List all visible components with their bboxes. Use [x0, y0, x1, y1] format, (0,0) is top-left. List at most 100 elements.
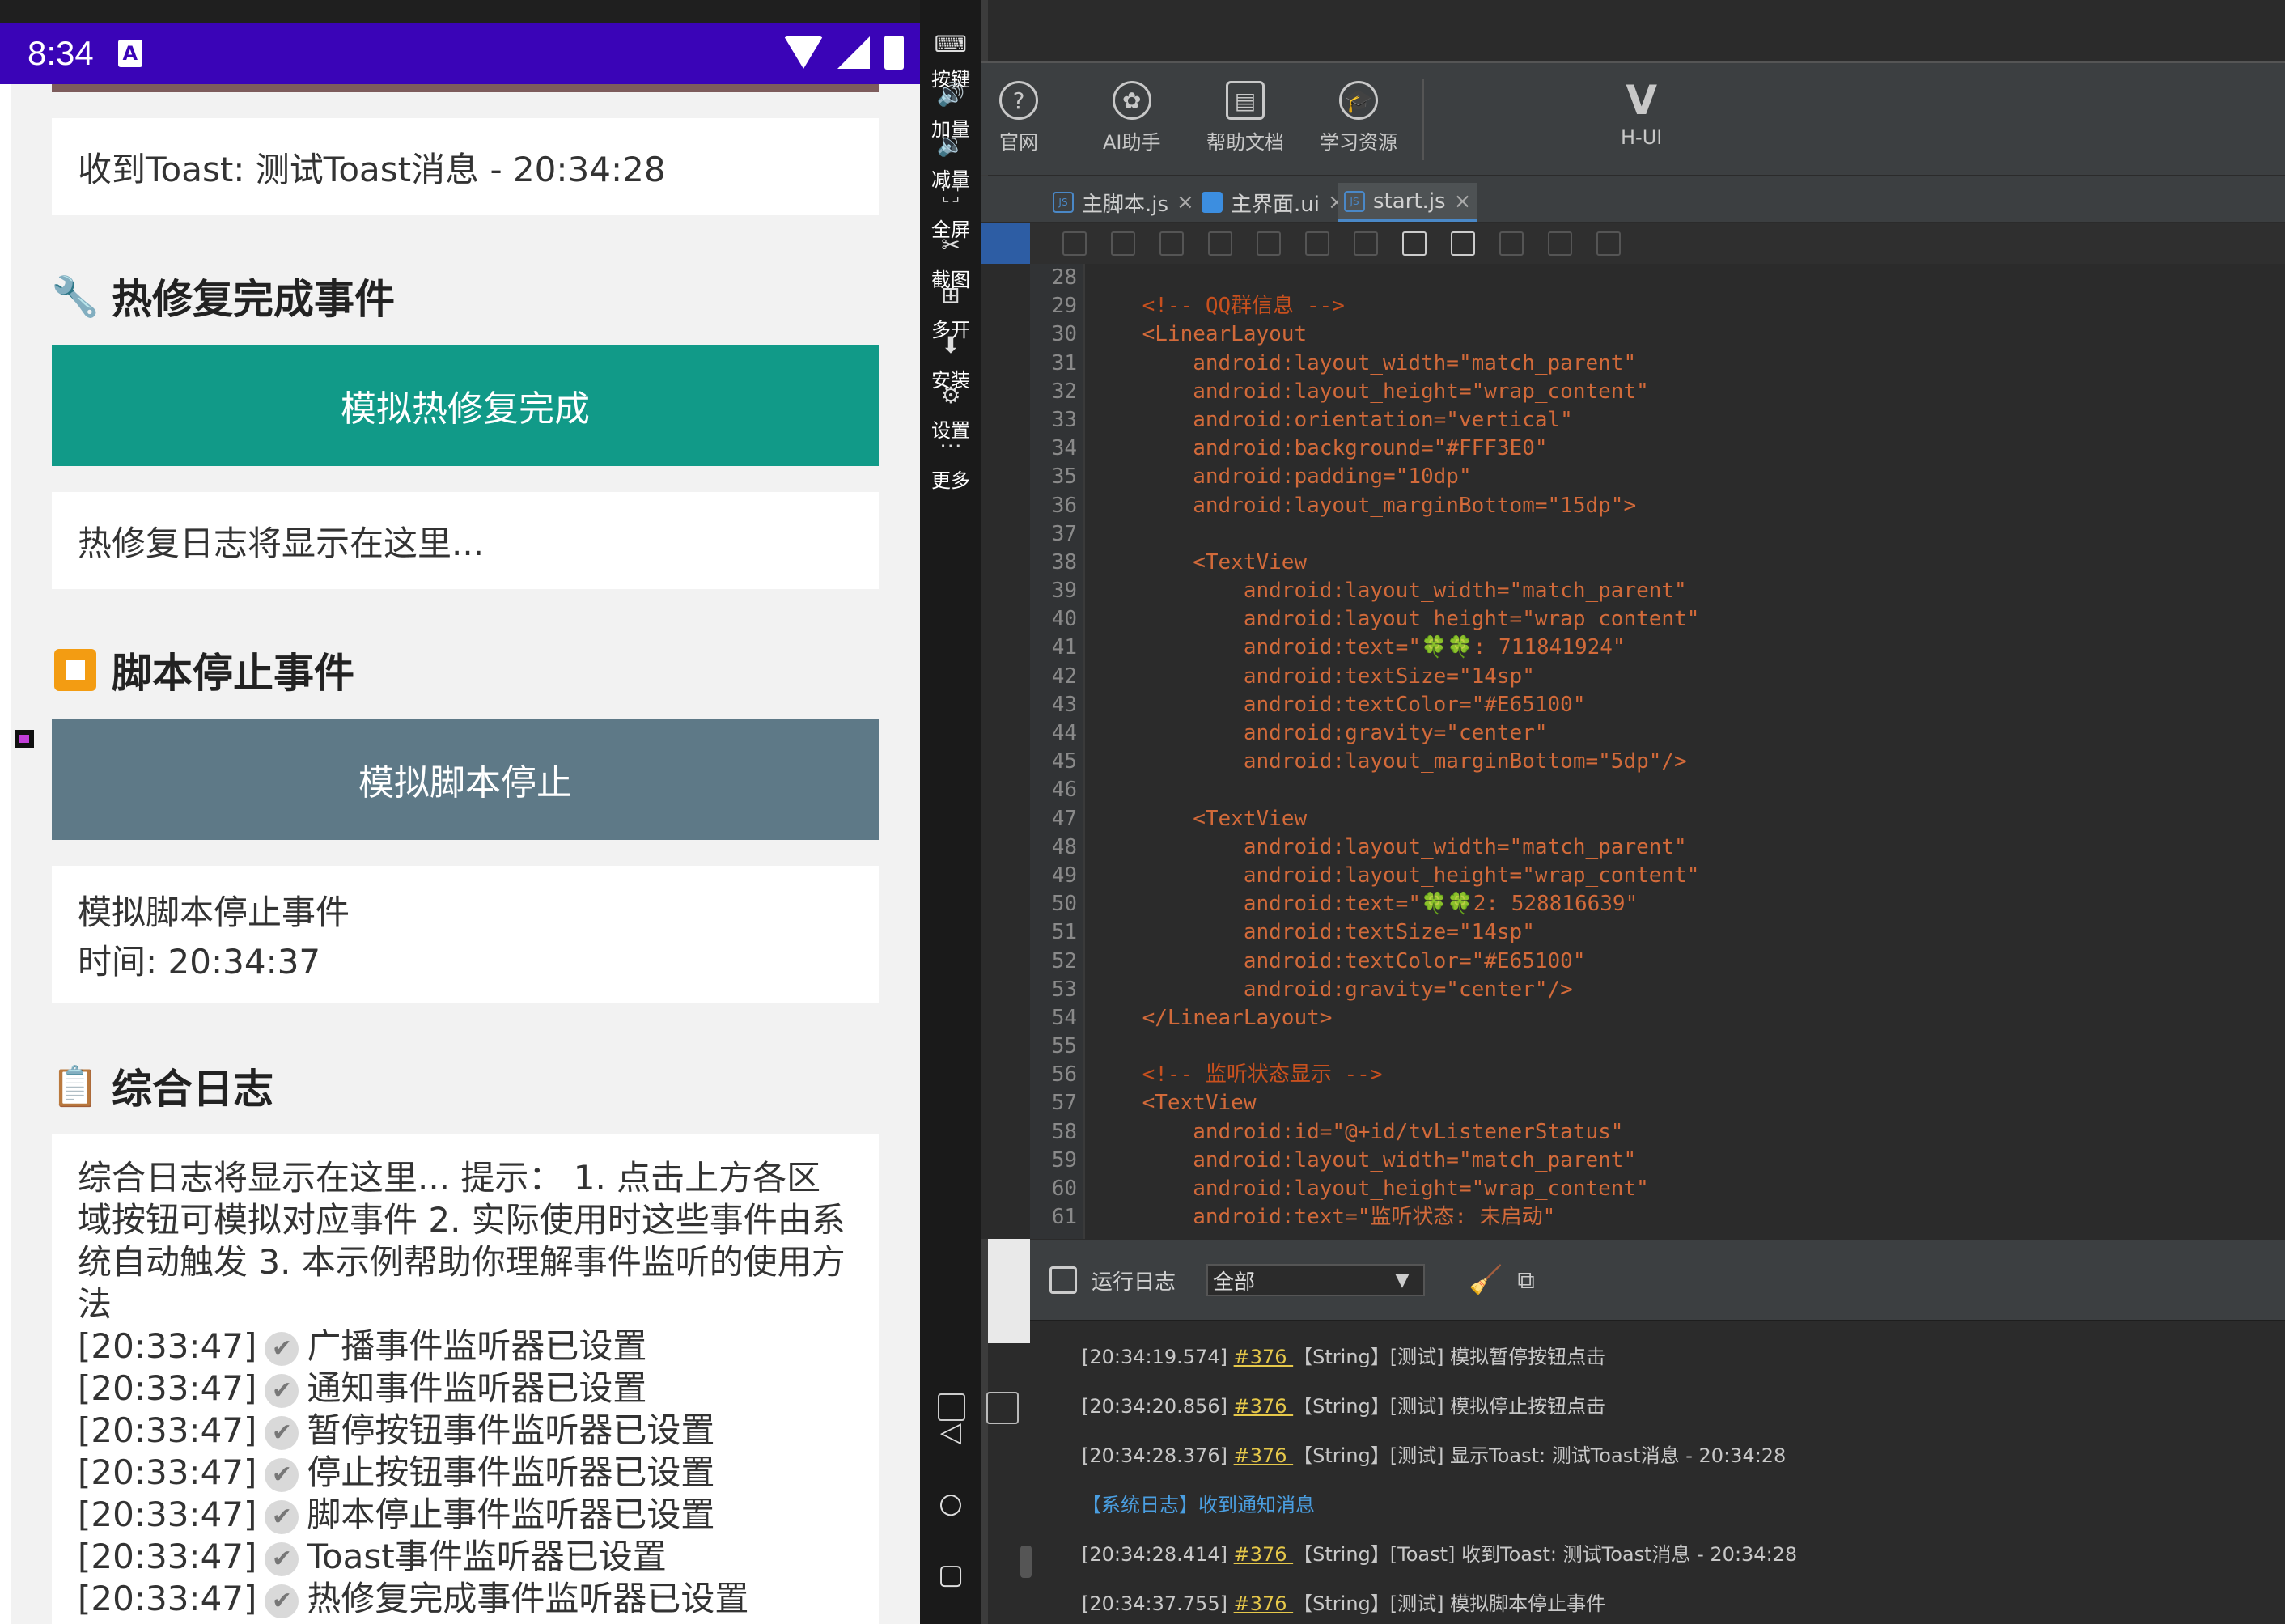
line-number: 30	[1051, 322, 1077, 347]
code-line: <LinearLayout	[1092, 322, 1308, 347]
code-line: <!-- 监听状态显示 -->	[1092, 1062, 1383, 1088]
chevron-down-icon: ▼	[1395, 1270, 1410, 1291]
log-entry: [20:33:47] ✔ 广播事件监听器已设置	[78, 1325, 853, 1367]
back-icon[interactable]: ◁	[920, 1416, 981, 1448]
line-number: 51	[1051, 920, 1077, 945]
emulator-sidebar: ⌨ 按键 🔊 加量 🔉 减量 ⛶ 全屏 ✂ 截图 ⊞ 多开 ⬇ 安装 ⚙ 设置 ⋯ 更多 ◁ ○ ▢	[920, 0, 981, 1624]
log-output: [20:34:19.574] #376 【String】[测试] 模拟暂停按钮点…	[1030, 1320, 2285, 1624]
sidebar-button-more[interactable]: ⋯ 更多	[920, 432, 981, 493]
battery-icon	[884, 36, 904, 70]
log-line: [20:34:28.376] #376 【String】[测试] 显示Toast…	[1082, 1440, 1786, 1468]
help-icon: ?	[999, 81, 1038, 120]
check-icon: ✔	[265, 1499, 299, 1534]
code-line: android:layout_width="match_parent"	[1092, 350, 1637, 375]
check-icon: ✔	[265, 1457, 299, 1492]
flask-icon[interactable]	[1499, 231, 1524, 256]
simulate-stop-label: 模拟脚本停止	[358, 762, 572, 804]
code-line: android:textColor="#E65100"	[1092, 692, 1586, 717]
scroll-handle[interactable]	[1020, 1546, 1032, 1578]
log-entry-time: [20:33:47]	[78, 1579, 257, 1618]
code-line: android:layout_height="wrap_content"	[1092, 379, 1649, 404]
toolbar-label: AI助手	[1103, 131, 1161, 154]
log-entry: [20:33:47] ✔ 通知事件监听器已设置	[78, 1367, 853, 1410]
log-entry: [20:33:47] ✔ Toast事件监听器已设置	[78, 1536, 853, 1578]
delete-icon[interactable]	[1596, 231, 1621, 256]
log-entry-time: [20:33:47]	[78, 1537, 257, 1576]
simulate-hotfix-button[interactable]: 模拟热修复完成	[52, 345, 879, 466]
log-source-link[interactable]: #376	[1234, 1346, 1294, 1368]
v-logo-icon: V	[1626, 77, 1658, 124]
tab-main-script[interactable]: JS 主脚本.js ×	[1046, 183, 1201, 222]
outdent-icon[interactable]	[1305, 231, 1329, 256]
variables-icon[interactable]	[1548, 231, 1572, 256]
log-filter-select[interactable]: 全部 ▼	[1206, 1264, 1426, 1296]
log-source-link[interactable]: #376	[1234, 1395, 1294, 1418]
ide-toolbar: ? 官网 ✿ AI助手 ▤ 帮助文档 🎓 学习资源 V H-UI	[981, 61, 2285, 175]
stop-icon[interactable]	[1402, 231, 1427, 256]
home-icon[interactable]: ○	[920, 1487, 981, 1520]
log-entry: [20:33:47] ✔ 暂停按钮事件监听器已设置	[78, 1410, 853, 1452]
popout-icon[interactable]	[986, 1392, 1019, 1424]
close-icon[interactable]: ×	[1454, 189, 1472, 214]
simulate-stop-button[interactable]: 模拟脚本停止	[52, 719, 879, 840]
log-prefix: 【系统日志】收到通知消息	[1082, 1494, 1315, 1516]
log-entry-time: [20:33:47]	[78, 1368, 257, 1408]
toolbar-graduation-cap-button[interactable]: 🎓 学习资源	[1320, 81, 1397, 155]
log-line: [20:34:37.755] #376 【String】[测试] 模拟脚本停止事…	[1082, 1588, 1605, 1616]
status-time: 8:34	[28, 34, 94, 72]
uncomment-icon[interactable]	[1208, 231, 1232, 256]
format-icon[interactable]	[1354, 231, 1378, 256]
line-number: 55	[1051, 1034, 1077, 1059]
code-line: android:textSize="14sp"	[1092, 664, 1535, 689]
comment-icon[interactable]	[1159, 231, 1184, 256]
clear-log-icon[interactable]: 🧹	[1469, 1264, 1503, 1296]
toolbar-label: 官网	[999, 131, 1038, 154]
floating-tool-icon[interactable]	[15, 730, 34, 748]
close-icon[interactable]: ×	[1176, 190, 1194, 214]
log-section-title: 综合日志	[112, 1066, 273, 1113]
toolbar-v-logo-button[interactable]: V H-UI	[1621, 77, 1662, 149]
phone-screen: 8:34 A 收到Toast: 测试Toast消息 - 20:34:28 🔧 热…	[0, 0, 920, 1624]
log-message: 【String】[测试] 模拟暂停按钮点击	[1293, 1346, 1606, 1368]
pause-icon[interactable]	[1451, 231, 1475, 256]
toolbar-document-button[interactable]: ▤ 帮助文档	[1206, 81, 1284, 155]
log-line: 【系统日志】收到通知消息	[1082, 1489, 1315, 1517]
toolbar-openai-button[interactable]: ✿ AI助手	[1103, 81, 1161, 155]
recents-icon[interactable]: ▢	[920, 1558, 981, 1591]
tab-start-js[interactable]: JS start.js ×	[1338, 183, 1478, 222]
tab-main-ui[interactable]: 主界面.ui ×	[1195, 183, 1352, 222]
rotate-icon[interactable]	[938, 1393, 965, 1421]
external-window-icon[interactable]: ⧉	[1517, 1266, 1534, 1295]
line-number: 58	[1051, 1119, 1077, 1144]
line-number: 54	[1051, 1005, 1077, 1030]
code-editor[interactable]: 28 29 30 31 32 33 34 35 36 37 38 39 40 41 42 43 44 45 46 47…	[981, 264, 2285, 1239]
js-file-icon: JS	[1053, 192, 1074, 213]
log-source-link[interactable]: #376	[1234, 1592, 1294, 1615]
log-panel-title: 运行日志	[1092, 1270, 1176, 1295]
print-icon[interactable]	[1111, 231, 1135, 256]
js-file-icon: JS	[1344, 190, 1365, 212]
hotfix-section-header: 🔧 热修复完成事件	[51, 267, 395, 325]
add-icon[interactable]	[1062, 231, 1087, 256]
log-message: 【String】[测试] 模拟停止按钮点击	[1293, 1395, 1606, 1418]
line-number: 53	[1051, 977, 1077, 1002]
log-source-link[interactable]: #376	[1234, 1543, 1294, 1566]
line-number: 33	[1051, 407, 1077, 432]
editor-tools	[981, 223, 2285, 264]
log-prefix: [20:34:28.414]	[1082, 1543, 1234, 1566]
toolbar-help-button[interactable]: ? 官网	[999, 81, 1038, 155]
line-number: 42	[1051, 664, 1077, 689]
toast-result-text: 收到Toast: 测试Toast消息 - 20:34:28	[78, 149, 666, 189]
indent-icon[interactable]	[1257, 231, 1281, 256]
sidebar-label: 更多	[931, 469, 970, 492]
log-entry: [20:33:47] ✔ 停止按钮事件监听器已设置	[78, 1452, 853, 1494]
log-source-link[interactable]: #376	[1234, 1444, 1294, 1467]
log-entry-text: 停止按钮事件监听器已设置	[307, 1452, 715, 1492]
volume-down-icon: 🔉	[936, 131, 965, 158]
more-icon: ⋯	[939, 432, 962, 459]
code-content[interactable]: <!-- QQ群信息 --> <LinearLayout android:lay…	[1092, 264, 2273, 1239]
stop-log-line2: 时间: 20:34:37	[78, 942, 321, 982]
